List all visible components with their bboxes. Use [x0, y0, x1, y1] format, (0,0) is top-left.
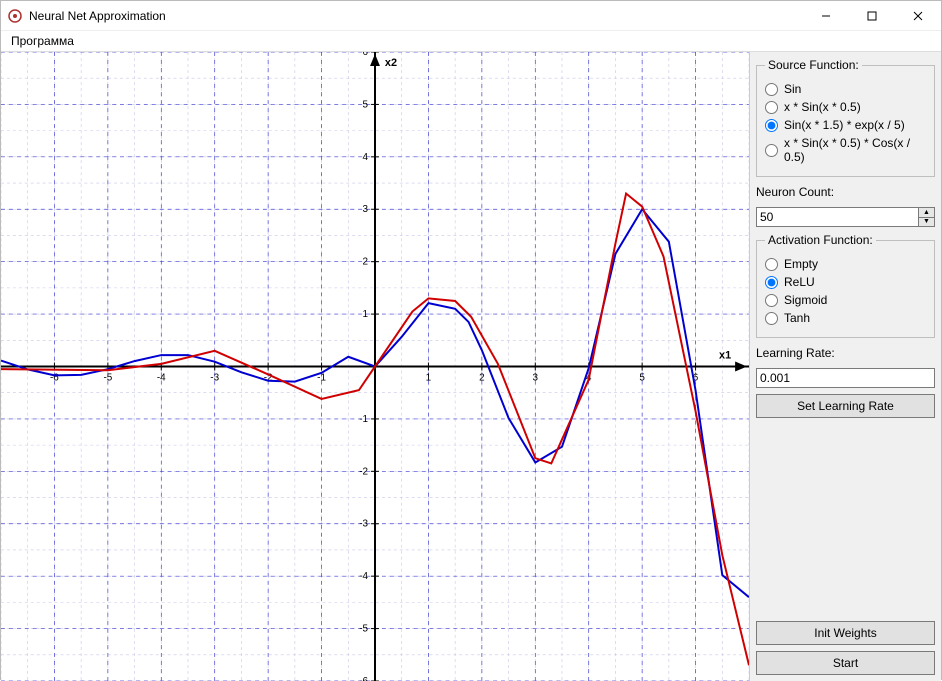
neuron-count-label: Neuron Count: [756, 185, 935, 199]
spin-down-icon[interactable]: ▼ [919, 218, 934, 227]
src-sin[interactable]: Sin [765, 82, 926, 96]
maximize-button[interactable] [849, 1, 895, 31]
src-sinexp[interactable]: Sin(x * 1.5) * exp(x / 5) [765, 118, 926, 132]
radio-sigmoid[interactable] [765, 294, 778, 307]
src-xsin[interactable]: x * Sin(x * 0.5) [765, 100, 926, 114]
svg-text:-1: -1 [359, 414, 368, 425]
radio-tanh[interactable] [765, 312, 778, 325]
svg-text:5: 5 [639, 372, 645, 383]
act-sigmoid[interactable]: Sigmoid [765, 293, 926, 307]
src-xsincos[interactable]: x * Sin(x * 0.5) * Cos(x / 0.5) [765, 136, 926, 164]
learning-rate-input[interactable] [756, 368, 935, 388]
svg-text:-2: -2 [359, 466, 368, 477]
svg-text:1: 1 [363, 309, 369, 320]
svg-text:3: 3 [363, 204, 369, 215]
neuron-count-input[interactable] [757, 208, 918, 226]
close-button[interactable] [895, 1, 941, 31]
act-tanh[interactable]: Tanh [765, 311, 926, 325]
set-learning-rate-button[interactable]: Set Learning Rate [756, 394, 935, 418]
radio-xsincos[interactable] [765, 144, 778, 157]
app-icon [7, 8, 23, 24]
svg-text:-6: -6 [359, 676, 368, 681]
radio-relu[interactable] [765, 276, 778, 289]
svg-text:-3: -3 [359, 519, 368, 530]
radio-sin[interactable] [765, 83, 778, 96]
svg-text:-4: -4 [359, 571, 368, 582]
act-empty[interactable]: Empty [765, 257, 926, 271]
act-relu[interactable]: ReLU [765, 275, 926, 289]
svg-text:-4: -4 [157, 372, 166, 383]
source-function-legend: Source Function: [765, 58, 862, 72]
svg-text:x1: x1 [719, 349, 731, 361]
radio-empty[interactable] [765, 258, 778, 271]
side-panel: Source Function: Sin x * Sin(x * 0.5) Si… [749, 52, 941, 681]
svg-text:2: 2 [479, 372, 485, 383]
svg-text:6: 6 [363, 52, 369, 58]
start-button[interactable]: Start [756, 651, 935, 675]
svg-text:1: 1 [426, 372, 432, 383]
svg-text:-3: -3 [210, 372, 219, 383]
titlebar: Neural Net Approximation [1, 1, 941, 31]
source-function-group: Source Function: Sin x * Sin(x * 0.5) Si… [756, 58, 935, 177]
svg-text:3: 3 [533, 372, 539, 383]
minimize-button[interactable] [803, 1, 849, 31]
menubar: Программа [1, 31, 941, 51]
svg-text:-5: -5 [359, 624, 368, 635]
init-weights-button[interactable]: Init Weights [756, 621, 935, 645]
svg-text:x2: x2 [385, 57, 397, 69]
neuron-count-spinner[interactable]: ▲ ▼ [756, 207, 935, 227]
spin-up-icon[interactable]: ▲ [919, 208, 934, 218]
radio-sinexp[interactable] [765, 119, 778, 132]
menu-program[interactable]: Программа [5, 32, 80, 50]
radio-xsin[interactable] [765, 101, 778, 114]
svg-text:5: 5 [363, 99, 369, 110]
svg-text:4: 4 [363, 152, 369, 163]
window-title: Neural Net Approximation [29, 9, 166, 23]
chart: -6-5-4-3-2-1123456-6-5-4-3-2-1123456x1x2 [1, 52, 749, 681]
activation-legend: Activation Function: [765, 233, 876, 247]
svg-text:2: 2 [363, 257, 369, 268]
activation-group: Activation Function: Empty ReLU Sigmoid … [756, 233, 935, 338]
svg-text:-5: -5 [103, 372, 112, 383]
learning-rate-label: Learning Rate: [756, 346, 935, 360]
